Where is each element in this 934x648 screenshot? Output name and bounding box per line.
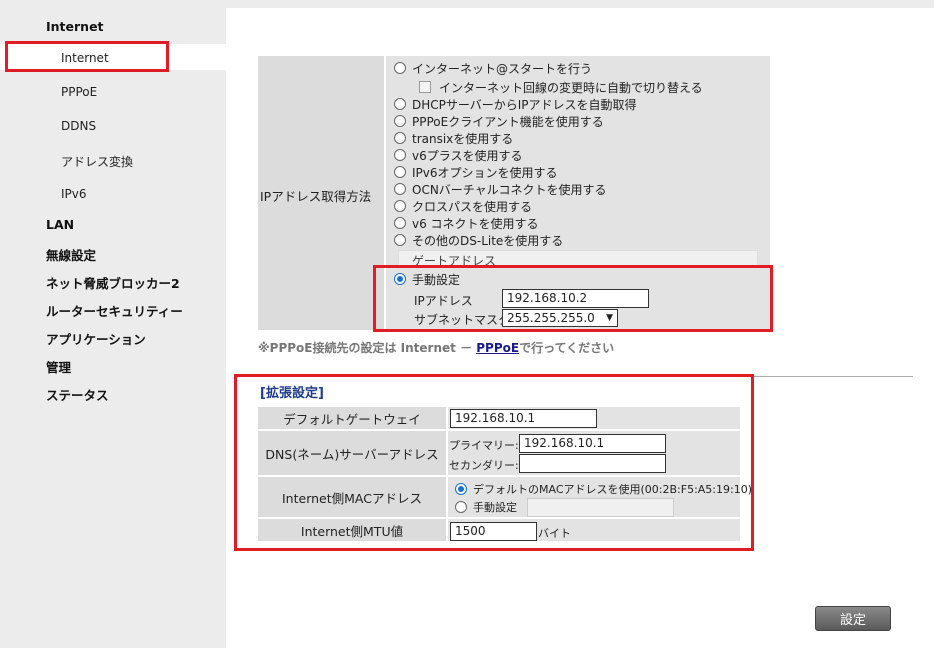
sidebar-section-applications[interactable]: アプリケーション <box>46 329 146 348</box>
ip-address-label: IPアドレス <box>414 294 473 308</box>
radio-icon[interactable] <box>394 115 406 127</box>
option-ipv6-option[interactable]: IPv6オプションを使用する <box>394 164 558 180</box>
sidebar-item-pppoe[interactable]: PPPoE <box>61 85 97 99</box>
option-ocn-virtual-connect[interactable]: OCNバーチャルコネクトを使用する <box>394 181 606 197</box>
ip-method-label: IPアドレス取得方法 <box>260 189 372 204</box>
radio-icon[interactable] <box>394 217 406 229</box>
radio-selected-icon[interactable] <box>455 483 467 495</box>
sidebar: Internet Internet PPPoE DDNS アドレス変換 IPv6… <box>0 0 226 648</box>
mac-default-option[interactable]: デフォルトのMACアドレスを使用(00:2B:F5:A5:19:10) <box>455 481 752 497</box>
radio-icon[interactable] <box>394 166 406 178</box>
option-auto-switch[interactable]: インターネット回線の変更時に自動で切り替える <box>419 79 703 95</box>
sidebar-item-address-translation[interactable]: アドレス変換 <box>61 153 133 170</box>
option-v6plus[interactable]: v6プラスを使用する <box>394 147 523 163</box>
section-divider <box>256 376 913 377</box>
dns-server-label: DNS(ネーム)サーバーアドレス <box>258 431 446 475</box>
sidebar-section-internet[interactable]: Internet <box>46 19 104 34</box>
sidebar-section-router-security[interactable]: ルーターセキュリティー <box>46 301 183 320</box>
ip-address-input[interactable]: 192.168.10.2 <box>502 289 649 308</box>
option-v6-connect[interactable]: v6 コネクトを使用する <box>394 215 539 231</box>
sidebar-item-ddns[interactable]: DDNS <box>61 119 96 133</box>
dns-primary-input[interactable]: 192.168.10.1 <box>519 434 666 453</box>
extended-settings-title: [拡張設定] <box>260 386 324 401</box>
radio-icon[interactable] <box>394 200 406 212</box>
radio-icon[interactable] <box>394 132 406 144</box>
gateway-address-label: ゲートアドレス <box>412 254 497 268</box>
dns-secondary-label: セカンダリー: <box>449 459 519 472</box>
chevron-down-icon: ▼ <box>606 313 613 323</box>
subnet-mask-select[interactable]: 255.255.255.0 ▼ <box>502 309 618 327</box>
radio-icon[interactable] <box>394 98 406 110</box>
option-crosspath[interactable]: クロスパスを使用する <box>394 198 532 214</box>
radio-icon[interactable] <box>394 183 406 195</box>
default-gateway-label: デフォルトゲートウェイ <box>258 407 446 429</box>
pppoe-link[interactable]: PPPoE <box>476 341 519 355</box>
mtu-input[interactable]: 1500 <box>450 522 537 541</box>
sidebar-active-bg <box>0 44 226 70</box>
set-button[interactable]: 設定 <box>815 606 891 631</box>
sidebar-section-lan[interactable]: LAN <box>46 217 74 232</box>
sidebar-section-wireless[interactable]: 無線設定 <box>46 245 96 264</box>
sidebar-section-admin[interactable]: 管理 <box>46 357 71 376</box>
mac-manual-input[interactable] <box>527 498 674 517</box>
checkbox-icon[interactable] <box>419 81 431 93</box>
sidebar-section-status[interactable]: ステータス <box>46 385 109 404</box>
mtu-unit: バイト <box>538 527 571 540</box>
sidebar-item-internet[interactable]: Internet <box>61 51 109 65</box>
mac-manual-option[interactable]: 手動設定 <box>455 499 517 515</box>
option-transix[interactable]: transixを使用する <box>394 130 513 146</box>
pppoe-note: ※PPPoE接続先の設定は Internet － PPPoEで行ってください <box>258 341 615 355</box>
option-pppoe[interactable]: PPPoEクライアント機能を使用する <box>394 113 604 129</box>
option-manual[interactable]: 手動設定 <box>394 271 460 287</box>
default-gateway-input[interactable]: 192.168.10.1 <box>450 409 597 428</box>
option-other-ds-lite[interactable]: その他のDS-Liteを使用する <box>394 232 563 248</box>
sidebar-section-threat-blocker[interactable]: ネット脅威ブロッカー2 <box>46 273 180 292</box>
mac-address-label: Internet側MACアドレス <box>258 477 446 517</box>
radio-icon[interactable] <box>394 149 406 161</box>
sidebar-item-ipv6[interactable]: IPv6 <box>61 187 87 201</box>
option-dhcp[interactable]: DHCPサーバーからIPアドレスを自動取得 <box>394 96 637 112</box>
dns-secondary-input[interactable] <box>519 454 666 473</box>
radio-icon[interactable] <box>455 501 467 513</box>
mtu-label: Internet側MTU値 <box>258 519 446 541</box>
radio-selected-icon[interactable] <box>394 273 406 285</box>
subnet-mask-label: サブネットマスク <box>414 313 511 327</box>
option-internet-start[interactable]: インターネット@スタートを行う <box>394 60 592 76</box>
radio-icon[interactable] <box>394 234 406 246</box>
dns-primary-label: プライマリー: <box>449 439 519 452</box>
radio-icon[interactable] <box>394 62 406 74</box>
